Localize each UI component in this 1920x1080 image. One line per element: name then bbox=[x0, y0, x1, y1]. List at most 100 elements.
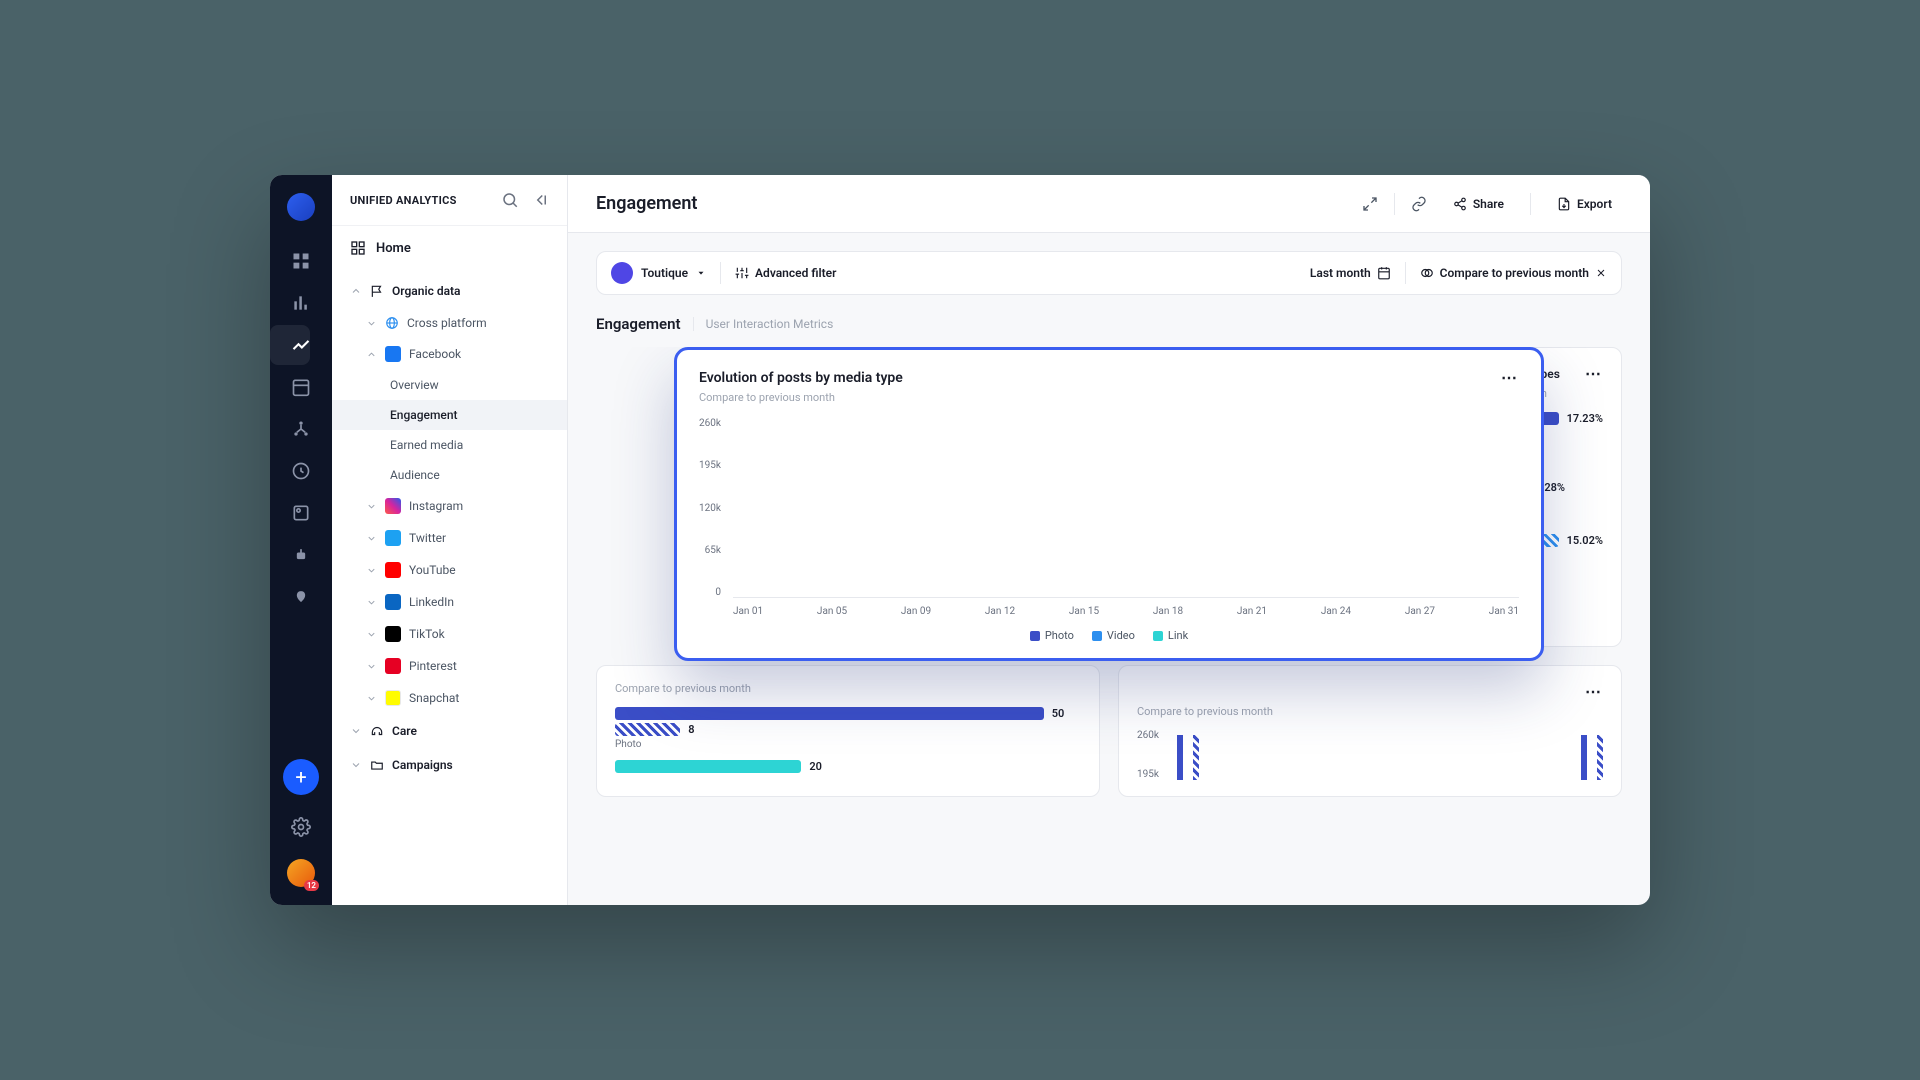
tree-organic-data[interactable]: Organic data bbox=[332, 274, 567, 308]
sliders-icon bbox=[735, 266, 749, 280]
brand-selector[interactable]: Toutique bbox=[611, 262, 706, 284]
chevron-down-icon bbox=[366, 693, 377, 704]
tree-leaf-earned-media[interactable]: Earned media bbox=[332, 430, 567, 460]
link-icon[interactable] bbox=[1411, 196, 1427, 212]
chart-day-group bbox=[1395, 418, 1417, 597]
user-avatar[interactable] bbox=[287, 859, 315, 887]
modal-menu-icon[interactable]: ⋯ bbox=[1501, 368, 1519, 387]
rail-automation-icon[interactable] bbox=[291, 545, 311, 565]
caret-down-icon bbox=[696, 268, 706, 278]
hbar-previous bbox=[615, 723, 680, 736]
home-grid-icon bbox=[350, 240, 366, 256]
rail-publishing-icon[interactable] bbox=[291, 377, 311, 397]
ytick: 120k bbox=[699, 503, 721, 514]
date-range-selector[interactable]: Last month bbox=[1310, 266, 1391, 280]
chart-day-group bbox=[1013, 418, 1035, 597]
chevron-up-icon bbox=[350, 285, 362, 297]
tree-care[interactable]: Care bbox=[332, 714, 567, 748]
chart-day-group bbox=[1217, 418, 1239, 597]
chart-yaxis: 260k195k120k65k0 bbox=[699, 418, 725, 598]
main-area: Engagement Share Export Toutique bbox=[568, 175, 1650, 905]
advanced-filter-button[interactable]: Advanced filter bbox=[735, 266, 836, 280]
brand-avatar-icon bbox=[611, 262, 633, 284]
chart-day-group bbox=[1166, 418, 1188, 597]
chevron-down-icon bbox=[366, 501, 377, 512]
rail-dashboard-icon[interactable] bbox=[291, 251, 311, 271]
xtick: Jan 12 bbox=[985, 606, 1015, 617]
pinterest-icon bbox=[385, 658, 401, 674]
xtick: Jan 09 bbox=[901, 606, 931, 617]
brand-logo[interactable] bbox=[287, 193, 315, 221]
rail-analytics-icon[interactable] bbox=[291, 335, 311, 355]
rail-care-icon[interactable] bbox=[291, 587, 311, 607]
tree-youtube[interactable]: YouTube bbox=[332, 554, 567, 586]
tree-facebook[interactable]: Facebook bbox=[332, 338, 567, 370]
chart-day-group bbox=[758, 418, 780, 597]
chart-plot-area bbox=[733, 418, 1519, 598]
sidebar-home[interactable]: Home bbox=[332, 226, 567, 270]
tree-leaf-engagement[interactable]: Engagement bbox=[332, 400, 567, 430]
create-button[interactable]: + bbox=[283, 759, 319, 795]
rail-workflow-icon[interactable] bbox=[291, 419, 311, 439]
legend-label: Photo bbox=[1045, 629, 1074, 642]
compare-toggle[interactable]: Compare to previous month bbox=[1420, 266, 1607, 280]
adv-filter-label: Advanced filter bbox=[755, 266, 836, 280]
card-menu-icon[interactable]: ⋯ bbox=[1585, 682, 1603, 701]
linkedin-icon bbox=[385, 594, 401, 610]
tree-linkedin[interactable]: LinkedIn bbox=[332, 586, 567, 618]
collapse-sidebar-icon[interactable] bbox=[531, 191, 549, 209]
tree-snapchat[interactable]: Snapchat bbox=[332, 682, 567, 714]
legend-photo[interactable]: Photo bbox=[1030, 629, 1074, 642]
tree-campaigns[interactable]: Campaigns bbox=[332, 748, 567, 782]
search-icon[interactable] bbox=[501, 191, 519, 209]
rail-engagement-icon[interactable] bbox=[291, 461, 311, 481]
chevron-down-icon bbox=[366, 565, 377, 576]
tree-label: Snapchat bbox=[409, 691, 459, 705]
compare-label: Compare to previous month bbox=[1440, 266, 1589, 280]
hbar-value: 50 bbox=[1052, 707, 1065, 720]
tree-twitter[interactable]: Twitter bbox=[332, 522, 567, 554]
share-button[interactable]: Share bbox=[1443, 191, 1514, 217]
tree-label: Care bbox=[392, 724, 417, 738]
tree-tiktok[interactable]: TikTok bbox=[332, 618, 567, 650]
tree-cross-platform[interactable]: Cross platform bbox=[332, 308, 567, 338]
chart-day-group bbox=[1344, 418, 1366, 597]
hbar-current bbox=[615, 760, 801, 773]
chart-day-group bbox=[911, 418, 933, 597]
tree-label: Campaigns bbox=[392, 758, 453, 772]
tree-pinterest[interactable]: Pinterest bbox=[332, 650, 567, 682]
brand-label: Toutique bbox=[641, 266, 688, 280]
xtick: Jan 21 bbox=[1237, 606, 1267, 617]
hbar-row: 508Photo bbox=[615, 707, 1081, 750]
modal-subtitle: Compare to previous month bbox=[699, 391, 1519, 404]
xtick: Jan 18 bbox=[1153, 606, 1183, 617]
tree-leaf-overview[interactable]: Overview bbox=[332, 370, 567, 400]
export-label: Export bbox=[1577, 197, 1612, 211]
tree-instagram[interactable]: Instagram bbox=[332, 490, 567, 522]
card-media-breakdown: Compare to previous month 508Photo20 bbox=[596, 665, 1100, 797]
card-trend-mini: ⋯ Compare to previous month 260k 195k bbox=[1118, 665, 1622, 797]
tree-label: Pinterest bbox=[409, 659, 457, 673]
chart-evolution-posts: 260k195k120k65k0 Jan 01Jan 05Jan 09Jan 1… bbox=[699, 418, 1519, 617]
rail-reports-icon[interactable] bbox=[291, 293, 311, 313]
settings-icon[interactable] bbox=[291, 817, 311, 837]
legend-video[interactable]: Video bbox=[1092, 629, 1135, 642]
chart-day-group bbox=[987, 418, 1009, 597]
ytick: 260k bbox=[699, 418, 721, 429]
headset-icon bbox=[370, 724, 384, 738]
mini-bar bbox=[1193, 735, 1199, 780]
chart-day-group bbox=[733, 418, 755, 597]
nav-rail: + bbox=[270, 175, 332, 905]
close-icon[interactable] bbox=[1595, 267, 1607, 279]
export-button[interactable]: Export bbox=[1547, 191, 1622, 217]
tree-leaf-audience[interactable]: Audience bbox=[332, 460, 567, 490]
expand-icon[interactable] bbox=[1362, 196, 1378, 212]
legend-link[interactable]: Link bbox=[1153, 629, 1188, 642]
rail-library-icon[interactable] bbox=[291, 503, 311, 523]
chart-day-group bbox=[835, 418, 857, 597]
chart-day-group bbox=[886, 418, 908, 597]
topbar: Engagement Share Export bbox=[568, 175, 1650, 233]
mini-bar bbox=[1597, 735, 1603, 780]
sidebar-title: UNIFIED ANALYTICS bbox=[350, 194, 489, 207]
hbar-value: 8 bbox=[688, 723, 694, 736]
